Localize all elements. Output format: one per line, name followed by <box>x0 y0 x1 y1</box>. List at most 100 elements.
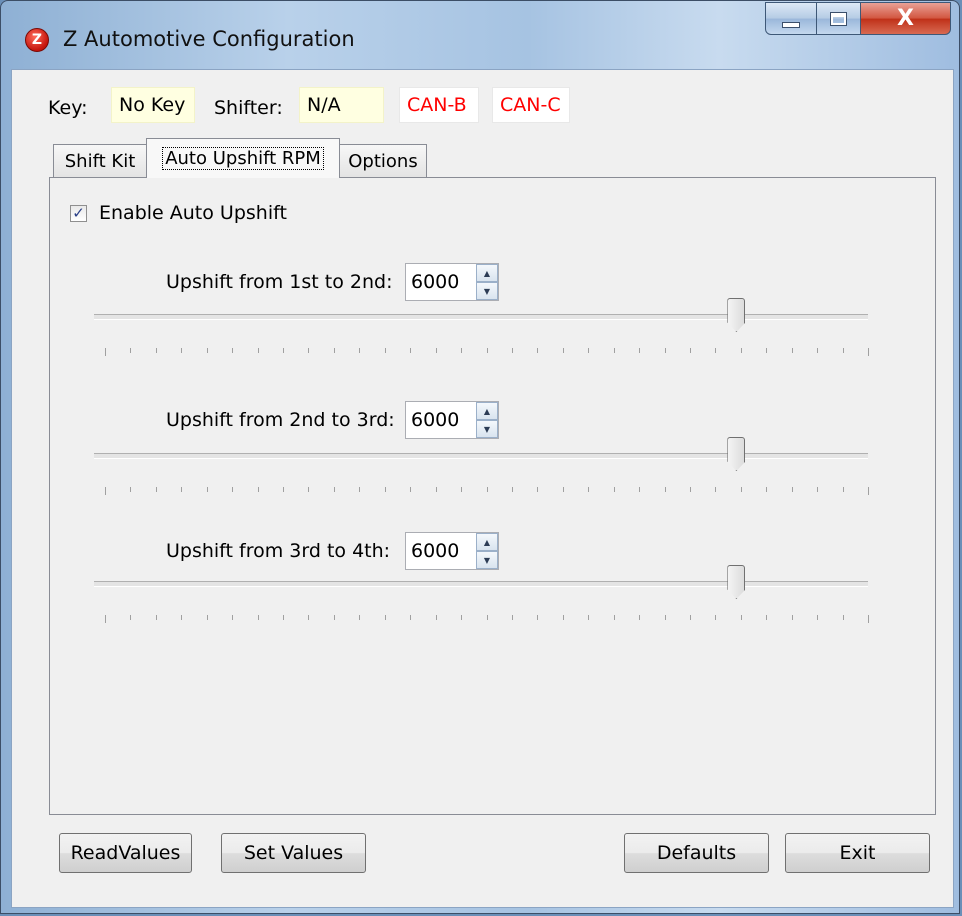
stepper-up-icon[interactable]: ▲ <box>476 264 498 282</box>
minimize-button[interactable] <box>765 2 817 35</box>
stepper-up-icon[interactable]: ▲ <box>476 402 498 420</box>
slider-tick <box>639 615 640 620</box>
slider-tick <box>766 615 767 620</box>
slider-tick <box>410 487 411 492</box>
enable-auto-upshift-label[interactable]: Enable Auto Upshift <box>99 202 287 224</box>
slider-tick <box>792 615 793 620</box>
enable-auto-upshift-checkbox[interactable]: ✓ Enable Auto Upshift <box>70 202 287 224</box>
upshift-2-3-stepper[interactable]: 6000 ▲ ▼ <box>405 401 499 439</box>
slider-tick <box>181 615 182 620</box>
slider-tick <box>868 348 869 356</box>
stepper-buttons: ▲ ▼ <box>476 402 498 438</box>
slider-tick <box>512 348 513 353</box>
slider-tick <box>817 348 818 353</box>
slider-tick <box>741 348 742 353</box>
tab-shift-kit[interactable]: Shift Kit <box>53 144 147 178</box>
upshift-1-2-stepper[interactable]: 6000 ▲ ▼ <box>405 263 499 301</box>
slider-tick <box>105 487 106 495</box>
upshift-2-3-value[interactable]: 6000 <box>406 402 476 438</box>
slider-tick <box>537 487 538 492</box>
shifter-label: Shifter: <box>214 97 283 119</box>
slider-ticks <box>105 487 869 495</box>
shifter-status: N/A <box>299 87 384 123</box>
slider-track[interactable] <box>94 314 868 320</box>
slider-tick <box>436 487 437 492</box>
key-label: Key: <box>48 97 88 119</box>
slider-thumb[interactable] <box>727 298 746 332</box>
slider-tick <box>436 348 437 353</box>
slider-tick <box>665 348 666 353</box>
upshift-1-2-slider[interactable] <box>94 298 869 374</box>
slider-tick <box>130 487 131 492</box>
slider-tick <box>487 615 488 620</box>
checkbox-checkmark-icon[interactable]: ✓ <box>70 204 87 222</box>
slider-tick <box>385 487 386 492</box>
slider-tick <box>410 615 411 620</box>
close-button[interactable]: X <box>861 2 951 35</box>
upshift-2-3-label: Upshift from 2nd to 3rd: <box>166 409 395 431</box>
slider-tick <box>588 348 589 353</box>
upshift-3-4-slider[interactable] <box>94 565 869 641</box>
upshift-1-2-label: Upshift from 1st to 2nd: <box>166 271 393 293</box>
slider-tick <box>792 487 793 492</box>
slider-tick <box>359 487 360 492</box>
exit-button[interactable]: Exit <box>785 833 930 873</box>
slider-tick <box>283 487 284 492</box>
slider-track[interactable] <box>94 453 868 459</box>
slider-tick <box>512 615 513 620</box>
can-c-status: CAN-C <box>492 87 570 123</box>
stepper-down-icon[interactable]: ▼ <box>476 282 498 300</box>
slider-tick <box>537 615 538 620</box>
title-bar[interactable]: Z Z Automotive Configuration X <box>1 1 959 59</box>
maximize-button[interactable] <box>817 2 861 35</box>
slider-tick <box>105 348 106 356</box>
slider-tick <box>283 615 284 620</box>
slider-tick <box>563 615 564 620</box>
can-b-status: CAN-B <box>399 87 479 123</box>
slider-tick <box>715 348 716 353</box>
upshift-3-4-value[interactable]: 6000 <box>406 533 476 569</box>
slider-tick <box>690 615 691 620</box>
slider-tick <box>665 615 666 620</box>
client-area: Key: No Key Shifter: N/A CAN-B CAN-C Shi… <box>11 69 954 908</box>
slider-tick <box>512 487 513 492</box>
slider-tick <box>461 487 462 492</box>
slider-tick <box>817 615 818 620</box>
stepper-down-icon[interactable]: ▼ <box>476 420 498 438</box>
slider-tick <box>868 487 869 495</box>
slider-tick <box>334 487 335 492</box>
app-logo-icon[interactable]: Z <box>25 28 49 52</box>
slider-tick <box>868 615 869 623</box>
slider-tick <box>334 348 335 353</box>
defaults-button[interactable]: Defaults <box>624 833 769 873</box>
slider-thumb[interactable] <box>727 437 746 471</box>
slider-tick <box>614 615 615 620</box>
slider-tick <box>308 615 309 620</box>
slider-tick <box>614 487 615 492</box>
slider-tick <box>130 348 131 353</box>
slider-track[interactable] <box>94 581 868 587</box>
slider-tick <box>563 348 564 353</box>
slider-tick <box>181 348 182 353</box>
tab-auto-upshift-rpm[interactable]: Auto Upshift RPM <box>146 138 340 178</box>
upshift-3-4-stepper[interactable]: 6000 ▲ ▼ <box>405 532 499 570</box>
slider-tick <box>258 615 259 620</box>
slider-tick <box>385 348 386 353</box>
slider-tick <box>588 487 589 492</box>
slider-tick <box>410 348 411 353</box>
stepper-up-icon[interactable]: ▲ <box>476 533 498 551</box>
set-values-button[interactable]: Set Values <box>221 833 366 873</box>
slider-tick <box>843 615 844 620</box>
slider-thumb[interactable] <box>727 565 746 599</box>
slider-ticks <box>105 615 869 623</box>
slider-tick <box>741 615 742 620</box>
upshift-2-3-slider[interactable] <box>94 437 869 513</box>
tab-options[interactable]: Options <box>339 144 427 178</box>
close-icon: X <box>897 6 914 31</box>
upshift-1-2-value[interactable]: 6000 <box>406 264 476 300</box>
upshift-3-4-label: Upshift from 3rd to 4th: <box>166 540 391 562</box>
read-values-button[interactable]: ReadValues <box>59 833 192 873</box>
stepper-down-icon[interactable]: ▼ <box>476 551 498 569</box>
slider-tick <box>766 348 767 353</box>
slider-tick <box>436 615 437 620</box>
